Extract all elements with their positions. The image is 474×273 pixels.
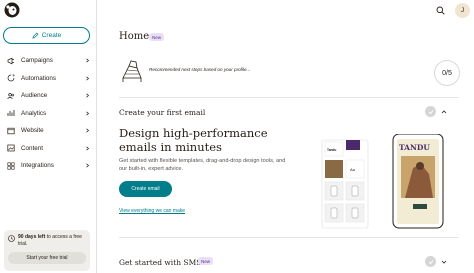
divider bbox=[119, 237, 459, 238]
chevron-down-icon[interactable] bbox=[441, 259, 447, 265]
aa-font-label: Aa bbox=[350, 167, 356, 172]
check-icon bbox=[425, 106, 436, 117]
recommendation-illustration-icon bbox=[122, 60, 142, 82]
sidebar-item-audience[interactable]: Audience bbox=[0, 87, 97, 105]
chevron-right-icon bbox=[86, 163, 90, 168]
new-badge: New bbox=[198, 257, 214, 265]
illustration-brand-label: TANDU bbox=[399, 143, 430, 152]
recommendation-text: Recommended next steps based on your pro… bbox=[149, 67, 251, 72]
chevron-right-icon bbox=[86, 128, 90, 133]
main-content: Home New Recommended next steps based on… bbox=[97, 22, 474, 273]
sidebar-item-automations[interactable]: Automations bbox=[0, 70, 97, 88]
pencil-icon bbox=[32, 32, 39, 39]
email-template-illustration: Tandu Aa TANDU bbox=[321, 134, 444, 229]
create-button-label: Create bbox=[41, 32, 62, 39]
chevron-right-icon bbox=[86, 76, 90, 80]
sidebar-item-label: Content bbox=[21, 144, 44, 152]
section-title-create-email[interactable]: Create your first email bbox=[119, 108, 205, 117]
create-email-button[interactable]: Create email bbox=[119, 181, 172, 197]
sidebar-nav: Campaigns Automations Audience Analytics… bbox=[0, 52, 97, 175]
steps-progress: 0/5 bbox=[434, 60, 460, 86]
chevron-up-icon[interactable] bbox=[441, 109, 447, 115]
sidebar-item-label: Audience bbox=[21, 92, 48, 100]
trial-banner: 90 days left to access a free trial. Sta… bbox=[4, 230, 90, 271]
start-free-trial-button[interactable]: Start your free trial bbox=[8, 252, 86, 264]
section-title-sms[interactable]: Get started with SMS bbox=[119, 258, 201, 267]
chevron-right-icon bbox=[86, 93, 90, 98]
sidebar-item-website[interactable]: Website bbox=[0, 122, 97, 140]
chevron-right-icon bbox=[86, 146, 90, 150]
sidebar: Create Campaigns Automations Audience An… bbox=[0, 0, 97, 273]
trial-days: 90 days left bbox=[18, 234, 46, 240]
sidebar-item-label: Integrations bbox=[21, 162, 54, 170]
chevron-right-icon bbox=[86, 58, 90, 63]
automations-icon bbox=[6, 74, 15, 83]
sidebar-item-label: Automations bbox=[21, 74, 57, 82]
mailchimp-logo-icon[interactable] bbox=[4, 2, 20, 18]
check-icon bbox=[425, 256, 436, 267]
sidebar-item-campaigns[interactable]: Campaigns bbox=[0, 52, 97, 70]
small-brand-label: Tandu bbox=[327, 148, 336, 152]
view-everything-link[interactable]: View everything we can make bbox=[119, 208, 185, 214]
audience-icon bbox=[6, 91, 15, 100]
sidebar-item-label: Campaigns bbox=[21, 57, 53, 65]
topbar: J bbox=[97, 0, 474, 22]
clock-icon bbox=[8, 235, 15, 242]
integrations-icon bbox=[6, 161, 15, 170]
campaigns-icon bbox=[6, 56, 15, 65]
sidebar-item-label: Analytics bbox=[21, 109, 47, 117]
website-icon bbox=[6, 126, 15, 135]
page-title: Home bbox=[119, 31, 150, 42]
search-icon[interactable] bbox=[436, 6, 445, 15]
trial-text: 90 days left to access a free trial. bbox=[8, 234, 86, 247]
avatar[interactable]: J bbox=[455, 3, 470, 18]
chevron-right-icon bbox=[86, 111, 90, 115]
hero-title: Design high-performance emails in minute… bbox=[119, 126, 268, 154]
recommendation-card[interactable]: Recommended next steps based on your pro… bbox=[111, 52, 463, 97]
create-button[interactable]: Create bbox=[3, 27, 90, 44]
sidebar-item-content[interactable]: Content bbox=[0, 140, 97, 158]
sidebar-item-integrations[interactable]: Integrations bbox=[0, 157, 97, 175]
new-badge: New bbox=[149, 33, 165, 41]
sidebar-item-analytics[interactable]: Analytics bbox=[0, 105, 97, 123]
content-icon bbox=[6, 144, 15, 153]
analytics-icon bbox=[6, 109, 15, 118]
divider bbox=[119, 97, 459, 98]
sidebar-item-label: Website bbox=[21, 127, 44, 135]
hero-description: Get started with flexible templates, dra… bbox=[119, 158, 286, 172]
